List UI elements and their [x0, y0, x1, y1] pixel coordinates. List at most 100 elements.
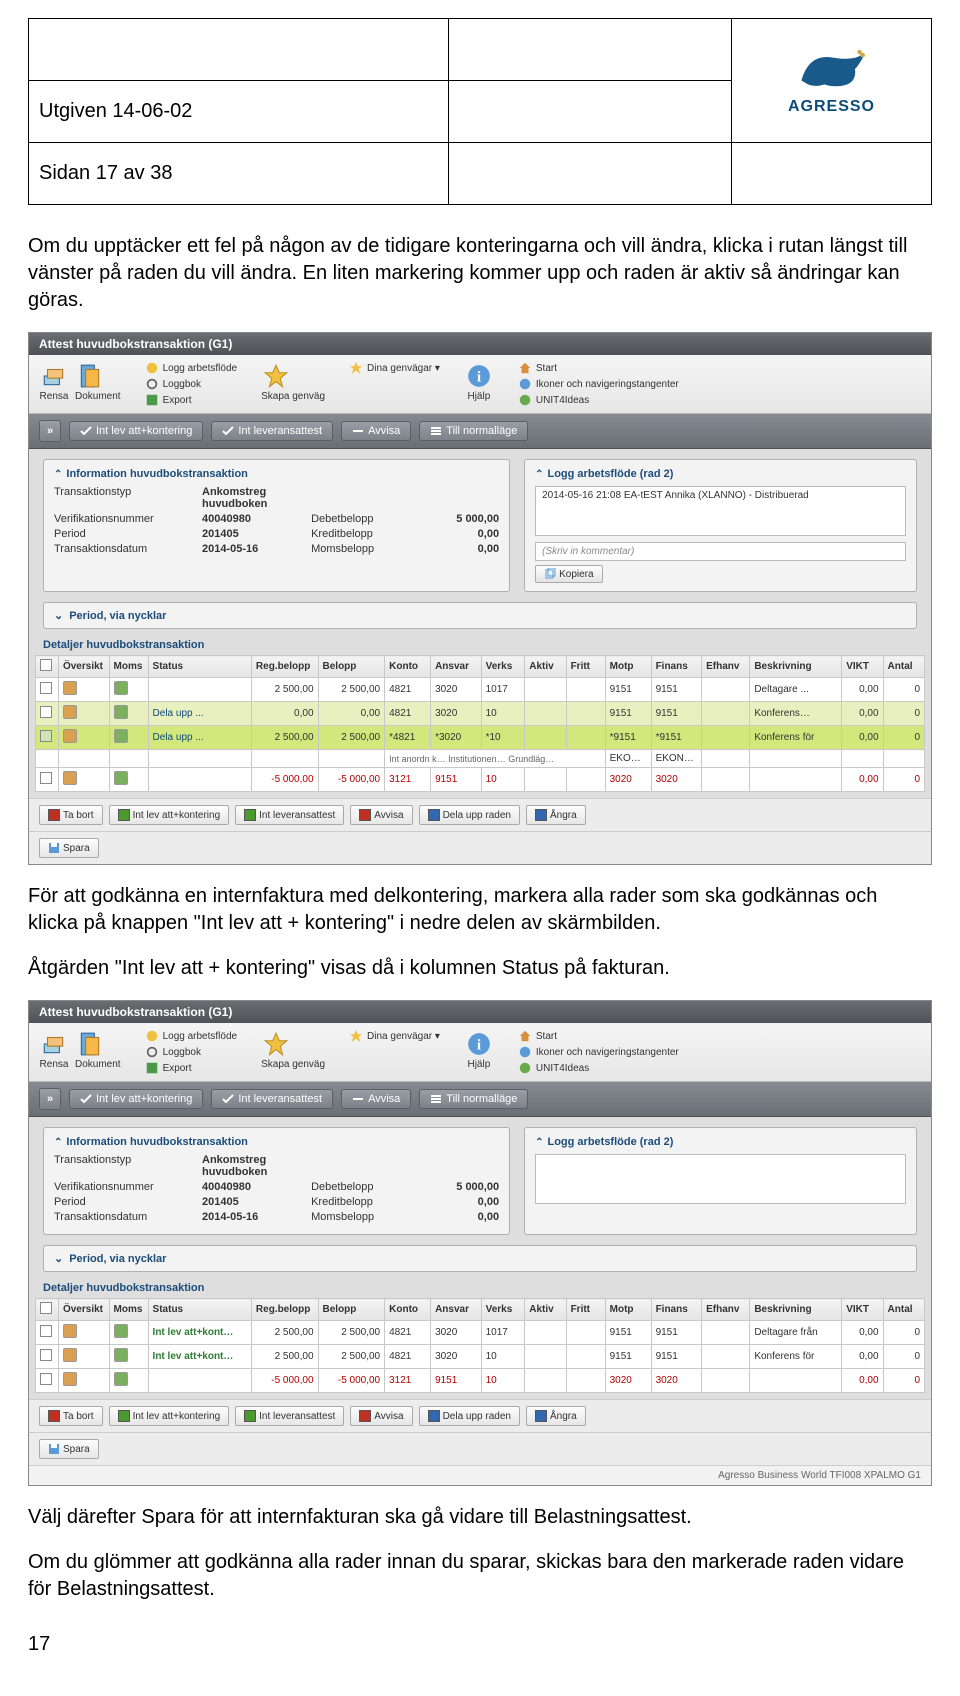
info-icon[interactable]: i	[464, 361, 494, 391]
spara-button[interactable]: Spara	[39, 838, 99, 858]
start-link[interactable]: Start	[536, 363, 557, 374]
grid-header[interactable]: Status	[148, 1299, 251, 1321]
intlevattest-button[interactable]: Int leveransattest	[235, 1406, 344, 1426]
eraser-icon[interactable]	[39, 1029, 69, 1059]
grid-header[interactable]: Fritt	[566, 656, 605, 678]
grid-header[interactable]	[36, 656, 59, 678]
keyboard-icon[interactable]	[518, 377, 532, 391]
moms-icon[interactable]	[114, 1348, 128, 1362]
logg-arbetsflode-link[interactable]: Logg arbetsflöde	[163, 363, 238, 374]
intlev-attest-button[interactable]: Int leveransattest	[211, 421, 333, 441]
loggbok-icon[interactable]	[145, 377, 159, 391]
row-checkbox[interactable]	[40, 1373, 52, 1385]
grid-header[interactable]: Aktiv	[525, 656, 566, 678]
overview-icon[interactable]	[63, 705, 77, 719]
table-row[interactable]: -5 000,00 -5 000,00 3121 9151 10 3020 30…	[36, 768, 925, 792]
angra-button[interactable]: Ångra	[526, 805, 586, 825]
grid-header[interactable]: Motp	[605, 656, 651, 678]
grid-header[interactable]: Belopp	[318, 1299, 385, 1321]
dina-genvagar-link[interactable]: Dina genvägar ▾	[367, 363, 440, 374]
intlev-kontering-button[interactable]: Int lev att+kontering	[69, 421, 203, 441]
info-icon[interactable]: i	[464, 1029, 494, 1059]
grid-header[interactable]: Konto	[385, 1299, 431, 1321]
table-row[interactable]: Int lev att+kont… 2 500,00 2 500,00 4821…	[36, 1321, 925, 1345]
star-icon[interactable]	[261, 361, 291, 391]
normallage-button[interactable]: Till normalläge	[419, 421, 528, 441]
delaupp-button[interactable]: Dela upp raden	[419, 1406, 520, 1426]
overview-icon[interactable]	[63, 681, 77, 695]
logg-arbetsflode-link[interactable]: Logg arbetsflöde	[163, 1031, 238, 1042]
ikoner-link[interactable]: Ikoner och navigeringstangenter	[536, 1047, 679, 1058]
intlevkont-button[interactable]: Int lev att+kontering	[109, 1406, 230, 1426]
grid-header[interactable]: Finans	[651, 656, 702, 678]
grid-header[interactable]: Moms	[109, 656, 148, 678]
table-row[interactable]: Int lev att+kont… 2 500,00 2 500,00 4821…	[36, 1345, 925, 1369]
loggbok-link[interactable]: Loggbok	[163, 1047, 201, 1058]
export-icon[interactable]	[145, 1061, 159, 1075]
document-icon[interactable]	[75, 1029, 105, 1059]
workflow-icon[interactable]	[145, 361, 159, 375]
copy-button[interactable]: Kopiera	[535, 565, 602, 583]
collapse-icon[interactable]: ⌃	[535, 1137, 543, 1148]
row-checkbox[interactable]	[40, 706, 52, 718]
dina-genvagar-link[interactable]: Dina genvägar ▾	[367, 1031, 440, 1042]
grid-header[interactable]: Verks	[481, 1299, 525, 1321]
grid-header[interactable]: Beskrivning	[750, 1299, 842, 1321]
angra-button[interactable]: Ångra	[526, 1406, 586, 1426]
checkbox[interactable]	[40, 659, 52, 671]
export-icon[interactable]	[145, 393, 159, 407]
table-row[interactable]: -5 000,00 -5 000,00 3121 9151 10 3020 30…	[36, 1369, 925, 1393]
export-link[interactable]: Export	[163, 1063, 192, 1074]
row-checkbox[interactable]	[40, 730, 52, 742]
start-link[interactable]: Start	[536, 1031, 557, 1042]
intlev-attest-button[interactable]: Int leveransattest	[211, 1089, 333, 1109]
star-icon[interactable]	[261, 1029, 291, 1059]
dela-upp-link[interactable]: Dela upp ...	[153, 708, 204, 719]
avvisa-button[interactable]: Avvisa	[341, 421, 411, 441]
grid-header[interactable]: Översikt	[58, 656, 109, 678]
grid-header[interactable]: Moms	[109, 1299, 148, 1321]
overview-icon[interactable]	[63, 1348, 77, 1362]
table-row[interactable]: 2 500,00 2 500,00 4821 3020 1017 9151 91…	[36, 678, 925, 702]
export-link[interactable]: Export	[163, 395, 192, 406]
loggbok-link[interactable]: Loggbok	[163, 379, 201, 390]
grid-header[interactable]: Efhanv	[702, 1299, 750, 1321]
intlevattest-button[interactable]: Int leveransattest	[235, 805, 344, 825]
avvisa-button2[interactable]: Avvisa	[350, 805, 412, 825]
table-row[interactable]: Dela upp ... 2 500,00 2 500,00 *4821 *30…	[36, 726, 925, 750]
tabort-button[interactable]: Ta bort	[39, 1406, 103, 1426]
collapse-icon[interactable]: ⌃	[54, 469, 62, 480]
grid-header[interactable]: Fritt	[566, 1299, 605, 1321]
moms-icon[interactable]	[114, 771, 128, 785]
moms-icon[interactable]	[114, 729, 128, 743]
grid-header[interactable]: Konto	[385, 656, 431, 678]
grid-header[interactable]: Reg.belopp	[251, 656, 318, 678]
dela-upp-link[interactable]: Dela upp ...	[153, 732, 204, 743]
tabort-button[interactable]: Ta bort	[39, 805, 103, 825]
intlev-kontering-button[interactable]: Int lev att+kontering	[69, 1089, 203, 1109]
spara-button[interactable]: Spara	[39, 1439, 99, 1459]
grid-header[interactable]: Ansvar	[431, 656, 482, 678]
table-row[interactable]: Dela upp ... 0,00 0,00 4821 3020 10 9151…	[36, 702, 925, 726]
collapse-icon[interactable]: ⌃	[535, 469, 543, 480]
grid-header[interactable]: Aktiv	[525, 1299, 566, 1321]
grid-header[interactable]: Antal	[883, 656, 924, 678]
overview-icon[interactable]	[63, 729, 77, 743]
overview-icon[interactable]	[63, 1372, 77, 1386]
intlevkont-button[interactable]: Int lev att+kontering	[109, 805, 230, 825]
ideas-icon[interactable]	[518, 1061, 532, 1075]
workflow-icon[interactable]	[145, 1029, 159, 1043]
grid-header[interactable]: Reg.belopp	[251, 1299, 318, 1321]
loggbok-icon[interactable]	[145, 1045, 159, 1059]
normallage-button[interactable]: Till normalläge	[419, 1089, 528, 1109]
ikoner-link[interactable]: Ikoner och navigeringstangenter	[536, 379, 679, 390]
home-icon[interactable]	[518, 361, 532, 375]
grid-header[interactable]: Status	[148, 656, 251, 678]
moms-icon[interactable]	[114, 705, 128, 719]
home-icon[interactable]	[518, 1029, 532, 1043]
grid-header[interactable]: Verks	[481, 656, 525, 678]
expand-sidebar-button[interactable]: »	[39, 420, 61, 442]
grid-header[interactable]: Antal	[883, 1299, 924, 1321]
overview-icon[interactable]	[63, 1324, 77, 1338]
avvisa-button2[interactable]: Avvisa	[350, 1406, 412, 1426]
